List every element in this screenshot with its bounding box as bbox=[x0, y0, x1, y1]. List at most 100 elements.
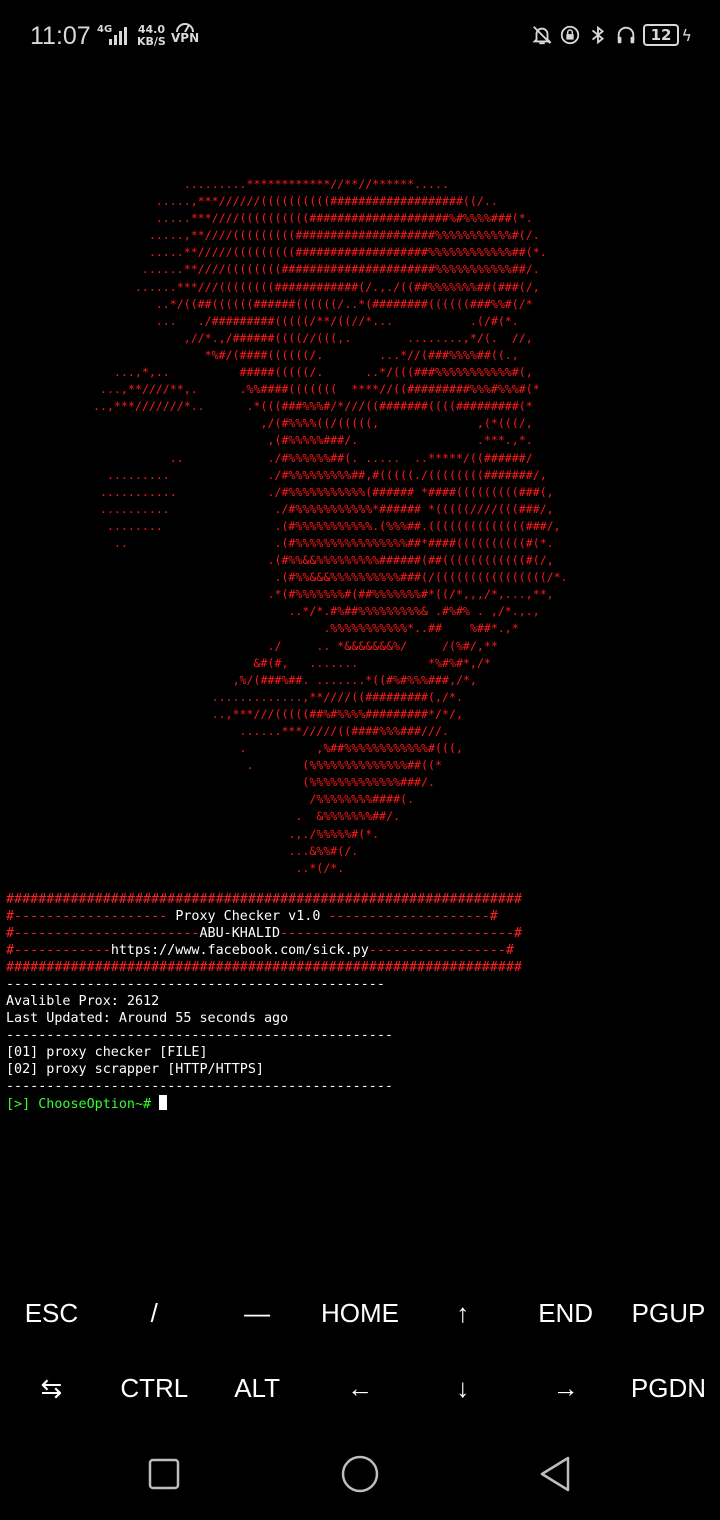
terminal-text: -----------------# bbox=[368, 943, 514, 958]
extra-keys-row-1: ESC / — HOME ↑ END PGUP bbox=[0, 1276, 720, 1351]
ascii-art-line: ,%/(###%##. .......*((#%#%%%###,/*, bbox=[86, 672, 477, 687]
ascii-art-line: . ,%##%%%%%%%%%%%%#(((, bbox=[86, 741, 463, 756]
battery-level: 12 bbox=[642, 24, 680, 46]
status-bar: 11:07 4G 44.0 KB/S VPN 12 ϟ bbox=[0, 0, 720, 72]
ascii-art-line: .......... ./#%%%%%%%%%%%*###### *(((((/… bbox=[86, 501, 554, 516]
terminal-line: Last Updated: Around 55 seconds ago bbox=[6, 1011, 289, 1026]
ascii-art-line: ........ .(#%%%%%%%%%%%.(%%%##.(((((((((… bbox=[86, 518, 561, 533]
ascii-art-line: .%%%%%%%%%%%*..## %##*.,* bbox=[86, 621, 519, 636]
speed-unit: KB/S bbox=[137, 35, 166, 48]
key-right[interactable]: → bbox=[514, 1373, 617, 1404]
terminal-line: ----------------------------------------… bbox=[6, 1079, 393, 1094]
key-tab[interactable]: ⇆ bbox=[0, 1373, 103, 1404]
bluetooth-icon bbox=[591, 25, 604, 45]
terminal-line: ########################################… bbox=[6, 960, 522, 975]
terminal-text: #------------ bbox=[6, 943, 111, 958]
ascii-art-logo: .........************//**//******..... .… bbox=[86, 176, 568, 877]
terminal-text: --------------------# bbox=[320, 909, 498, 924]
ascii-art-line: .(#%%&&&%%%%%%%%%%###(/((((((((((((((((/… bbox=[86, 570, 568, 585]
ascii-art-line: ... ./#########(((((/**/((//*... .(/#(*. bbox=[86, 313, 519, 328]
key-slash[interactable]: / bbox=[103, 1298, 206, 1329]
status-time: 11:07 bbox=[30, 22, 91, 50]
terminal-line: [02] proxy scrapper [HTTP/HTTPS] bbox=[6, 1062, 264, 1077]
ascii-art-line: ..,***///(((((##%#%%%%#########*/*/, bbox=[86, 706, 463, 721]
ascii-art-line: ...&%%#(/. bbox=[86, 843, 359, 858]
network-speed: 44.0 KB/S bbox=[137, 24, 166, 48]
ascii-art-line: ,//*.,/######((((//(((,. ........,*/(. /… bbox=[86, 330, 533, 345]
ascii-art-line: ......... ./#%%%%%%%%%##,#(((((./(((((((… bbox=[86, 467, 547, 482]
charging-icon: ϟ bbox=[681, 25, 692, 45]
battery-indicator: 12 ϟ bbox=[642, 24, 692, 46]
signal-icon bbox=[109, 27, 127, 45]
key-end[interactable]: END bbox=[514, 1298, 617, 1329]
key-pgdn[interactable]: PGDN bbox=[617, 1373, 720, 1404]
ascii-art-line: ,(#%%%%%###/. .***.,*. bbox=[86, 433, 533, 448]
ascii-art-line: .. ./#%%%%%%##(. ..... ..*****/((######/ bbox=[86, 450, 533, 465]
ascii-art-line: ..*/*.#%##%%%%%%%%%& .#%#% . ,/*.,., bbox=[86, 604, 540, 619]
ascii-art-line: .(#%%&&%%%%%%%%%######(##((((((((((((#(/… bbox=[86, 553, 554, 568]
ascii-art-line: ......***///((((((((############(/.,./((… bbox=[86, 279, 540, 294]
terminal-line: [01] proxy checker [FILE] bbox=[6, 1045, 208, 1060]
key-alt[interactable]: ALT bbox=[206, 1373, 309, 1404]
key-esc[interactable]: ESC bbox=[0, 1298, 103, 1329]
recents-square-icon[interactable] bbox=[142, 1452, 186, 1496]
back-triangle-icon[interactable] bbox=[534, 1452, 578, 1496]
terminal-line: #------------------- Proxy Checker v1.0 … bbox=[6, 908, 522, 925]
vpn-indicator: VPN bbox=[171, 22, 200, 45]
ascii-art-line: .............,**////((#########(,/*. bbox=[86, 689, 463, 704]
ascii-art-line: ..*(/*. bbox=[86, 860, 345, 875]
key-pgup[interactable]: PGUP bbox=[617, 1298, 720, 1329]
ascii-art-line: .....**/////(((((((((###################… bbox=[86, 245, 547, 260]
ascii-art-line: .. .(#%%%%%%%%%%%%%%%%##*####((((((((((#… bbox=[86, 535, 554, 550]
status-icons: 12 ϟ bbox=[531, 24, 692, 46]
ascii-art-line: .*(#%%%%%%%#(##%%%%%%%#*((/*,,,/*,...,**… bbox=[86, 587, 554, 602]
terminal-text: #------------------- bbox=[6, 909, 176, 924]
ascii-art-line: ./ .. *&&&&&&&%/ /(%#/,** bbox=[86, 638, 498, 653]
terminal-text: Proxy Checker v1.0 bbox=[175, 909, 321, 924]
terminal-line: ----------------------------------------… bbox=[6, 1028, 393, 1043]
key-left[interactable]: ← bbox=[309, 1373, 412, 1404]
terminal-text: ABU-KHALID bbox=[199, 926, 281, 941]
terminal-line: #-----------------------ABU-KHALID------… bbox=[6, 925, 522, 942]
ascii-art-line: ...,**////**,. .%%####((((((( ****//((##… bbox=[86, 382, 540, 397]
key-ctrl[interactable]: CTRL bbox=[103, 1373, 206, 1404]
key-home[interactable]: HOME bbox=[309, 1298, 412, 1329]
ascii-art-line: .....,***//////((((((((((###############… bbox=[86, 194, 498, 209]
key-down[interactable]: ↓ bbox=[411, 1373, 514, 1404]
ascii-art-line: /%%%%%%%%####(. bbox=[86, 792, 415, 807]
extra-keys-row-2: ⇆ CTRL ALT ← ↓ → PGDN bbox=[0, 1351, 720, 1426]
navigation-bar bbox=[0, 1430, 720, 1514]
terminal-prompt: [>] ChooseOption~# bbox=[6, 1097, 152, 1112]
terminal-line: ----------------------------------------… bbox=[6, 977, 385, 992]
terminal-prompt-line[interactable]: [>] ChooseOption~# bbox=[6, 1095, 522, 1112]
ascii-art-line: &#(#, ....... *%#%#*,/* bbox=[86, 655, 491, 670]
ascii-art-line: ..*/((##((((((######((((((/..*(########(… bbox=[86, 296, 533, 311]
terminal-text: #----------------------- bbox=[6, 926, 200, 941]
extra-keys-bar: ESC / — HOME ↑ END PGUP ⇆ CTRL ALT ← ↓ →… bbox=[0, 1276, 720, 1426]
ascii-art-line: .,./%%%%%#(*. bbox=[86, 826, 380, 841]
terminal-text: -----------------------------# bbox=[280, 926, 522, 941]
terminal-output[interactable]: ########################################… bbox=[6, 891, 522, 1112]
vpn-label: VPN bbox=[171, 31, 200, 45]
home-circle-icon[interactable] bbox=[338, 1452, 382, 1496]
terminal-line: ########################################… bbox=[6, 892, 522, 907]
ascii-art-line: .........************//**//******..... bbox=[86, 177, 449, 191]
ascii-art-line: ......***/////((####%%%###///. bbox=[86, 724, 449, 738]
terminal-line: #------------https://www.facebook.com/si… bbox=[6, 942, 522, 959]
ascii-art-line: *%#/(####((((((/. ...*//(###%%%%##((., bbox=[86, 347, 519, 362]
key-dash[interactable]: — bbox=[206, 1298, 309, 1329]
terminal-cursor bbox=[159, 1095, 168, 1110]
headphones-icon bbox=[617, 26, 634, 44]
ascii-art-line: ......**////((((((((####################… bbox=[86, 262, 540, 277]
key-up[interactable]: ↑ bbox=[411, 1298, 514, 1329]
ascii-art-line: . (%%%%%%%%%%%%%%##((* bbox=[86, 758, 442, 773]
ascii-art-line: ,/(#%%%%((/(((((, ,(*(((/, bbox=[86, 416, 533, 431]
terminal-line: Avalible Prox: 2612 bbox=[6, 994, 160, 1009]
terminal-text: https://www.facebook.com/sick.py bbox=[110, 943, 369, 958]
ascii-art-line: ...,*,.. #####(((((/. ..*/(((###%%%%%%%%… bbox=[86, 365, 533, 380]
ascii-art-line: ........... ./#%%%%%%%%%%%(###### *####(… bbox=[86, 484, 554, 499]
lock-rotation-icon bbox=[560, 25, 579, 45]
ascii-art-line: . &%%%%%%%##/. bbox=[86, 809, 401, 824]
ascii-art-line: (%%%%%%%%%%%%%###/. bbox=[86, 775, 436, 790]
ascii-art-line: .....***////((((((((((##################… bbox=[86, 211, 533, 226]
